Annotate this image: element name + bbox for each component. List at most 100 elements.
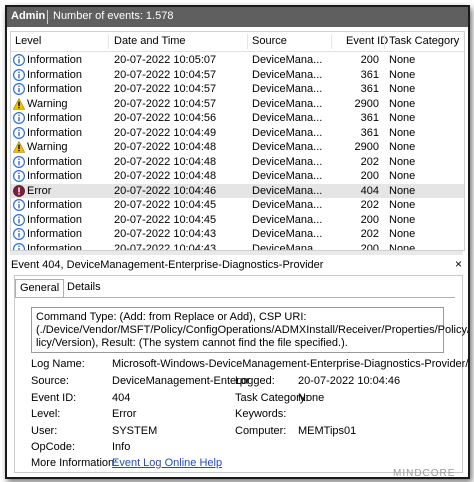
opcode-label: OpCode: (31, 441, 76, 453)
event-id-value: 404 (112, 392, 131, 404)
row-event-id: 200 (360, 242, 379, 251)
table-row[interactable]: Information 20-07-2022 10:04:57 DeviceMana… (11, 82, 464, 97)
row-date: 20-07-2022 10:04:43 (114, 228, 217, 240)
details-pane (14, 275, 463, 473)
table-row[interactable]: Information 20-07-2022 10:05:07 DeviceMana… (11, 53, 464, 68)
row-source: DeviceMana... (252, 68, 323, 81)
table-row[interactable]: Information 20-07-2022 10:04:48 DeviceMana… (11, 169, 464, 184)
source-value: DeviceManagement-Enterpr (112, 375, 250, 387)
close-icon[interactable]: × (455, 257, 462, 271)
row-task-category: None (389, 228, 416, 240)
row-date: 20-07-2022 10:04:49 (114, 126, 217, 139)
row-level: Information (27, 155, 83, 168)
row-event-id: 200 (360, 213, 379, 226)
user-label: User: (31, 425, 58, 437)
table-row[interactable]: Information 20-07-2022 10:04:48 DeviceMana… (11, 155, 464, 170)
table-row[interactable]: Warning 20-07-2022 10:04:48 DeviceMana... 2… (11, 140, 464, 155)
table-row[interactable]: Information 20-07-2022 10:04:56 DeviceMana… (11, 111, 464, 126)
table-row[interactable]: Information 20-07-2022 10:04:49 DeviceMana… (11, 126, 464, 141)
event-message-box[interactable]: Command Type: (Add: from Replace or Add)… (31, 307, 470, 353)
row-task-category: None (389, 97, 416, 110)
info-icon (11, 126, 25, 140)
row-event-id: 200 (360, 170, 379, 182)
info-icon (11, 198, 25, 212)
row-source: DeviceMana... (252, 97, 323, 110)
table-row[interactable]: Information 20-07-2022 10:04:43 DeviceMana… (11, 242, 464, 251)
row-event-id: 404 (360, 184, 379, 197)
log-name-value: Microsoft-Windows-DeviceManagement-Enter… (112, 358, 470, 370)
row-date: 20-07-2022 10:04:48 (114, 170, 217, 182)
info-icon (11, 169, 25, 183)
row-date: 20-07-2022 10:05:07 (114, 54, 217, 66)
column-divider[interactable] (331, 34, 332, 49)
row-event-id: 2900 (354, 141, 379, 153)
table-row[interactable]: Information 20-07-2022 10:04:45 DeviceMana… (11, 198, 464, 213)
row-level: Information (27, 83, 83, 95)
tab-general[interactable]: General (15, 279, 65, 297)
row-source: DeviceMana... (252, 141, 323, 153)
logged-label: Logged: (235, 375, 275, 387)
error-icon (11, 184, 25, 198)
row-date: 20-07-2022 10:04:48 (114, 155, 217, 168)
column-level[interactable]: Level (15, 35, 41, 47)
column-event-id[interactable]: Event ID (346, 35, 388, 47)
row-date: 20-07-2022 10:04:56 (114, 112, 217, 124)
column-source[interactable]: Source (252, 35, 287, 47)
row-source: DeviceMana... (252, 155, 323, 168)
row-task-category: None (389, 155, 416, 168)
row-source: DeviceMana... (252, 83, 323, 95)
column-divider[interactable] (384, 34, 385, 49)
warning-icon (11, 140, 25, 154)
log-name-label: Log Name: (31, 358, 85, 370)
row-event-id: 202 (360, 228, 379, 240)
column-date[interactable]: Date and Time (114, 35, 186, 47)
row-source: DeviceMana... (252, 213, 323, 226)
details-title: Event 404, DeviceManagement-Enterprise-D… (11, 259, 324, 271)
row-date: 20-07-2022 10:04:57 (114, 97, 217, 110)
log-tab-admin[interactable]: Admin (11, 10, 45, 22)
tab-details[interactable]: Details (63, 279, 105, 296)
info-icon (11, 68, 25, 82)
table-row[interactable]: Warning 20-07-2022 10:04:57 DeviceMana... 2… (11, 97, 464, 112)
level-label: Level: (31, 408, 61, 420)
row-task-category: None (389, 184, 416, 197)
task-category-value: None (298, 392, 325, 404)
row-source: DeviceMana... (252, 199, 323, 211)
info-icon (11, 227, 25, 241)
table-row[interactable]: Information 20-07-2022 10:04:45 DeviceMana… (11, 213, 464, 228)
source-label: Source: (31, 375, 69, 387)
more-information-label: More Information: (31, 457, 118, 469)
row-task-category: None (389, 83, 416, 95)
info-icon (11, 53, 25, 67)
message-line: (./Device/Vendor/MSFT/Policy/ConfigOpera… (36, 324, 470, 336)
column-divider[interactable] (108, 34, 109, 49)
row-source: DeviceMana... (252, 112, 323, 124)
level-value: Error (112, 408, 137, 420)
events-list[interactable]: Level Date and Time Source Event ID Task… (10, 31, 465, 251)
row-level: Information (27, 199, 83, 211)
tab-divider (15, 297, 455, 298)
table-row[interactable]: Error 20-07-2022 10:04:46 DeviceMana... 404… (11, 183, 464, 198)
row-task-category: None (389, 213, 416, 226)
computer-value: MEMTips01 (298, 425, 357, 437)
table-row[interactable]: Information 20-07-2022 10:04:43 DeviceMana… (11, 227, 464, 242)
row-level: Information (27, 126, 83, 139)
computer-label: Computer: (235, 425, 287, 437)
row-date: 20-07-2022 10:04:57 (114, 68, 217, 81)
info-icon (11, 213, 25, 227)
row-task-category: None (389, 54, 416, 66)
info-icon (11, 111, 25, 125)
table-row[interactable]: Information 20-07-2022 10:04:57 DeviceMana… (11, 68, 464, 83)
event-id-label: Event ID: (31, 392, 77, 404)
column-divider[interactable] (247, 34, 248, 49)
row-event-id: 361 (360, 68, 379, 81)
column-task-category[interactable]: Task Category (389, 35, 459, 47)
opcode-value: Info (112, 441, 131, 453)
event-log-online-help-link[interactable]: Event Log Online Help (112, 457, 222, 469)
log-header-bar: Admin Number of events: 1.578 (7, 7, 468, 27)
row-level: Information (27, 54, 83, 66)
list-scrollbar[interactable] (10, 251, 463, 255)
column-header-row: Level Date and Time Source Event ID Task… (11, 32, 464, 52)
row-event-id: 361 (360, 112, 379, 124)
row-level: Information (27, 170, 83, 182)
